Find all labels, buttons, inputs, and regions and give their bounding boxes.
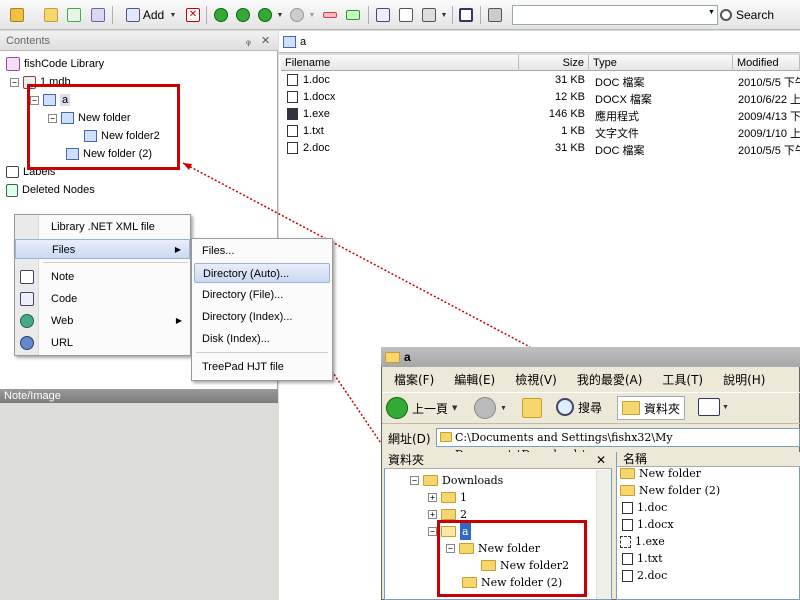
note-icon — [20, 270, 34, 284]
submenu-item-directory-index[interactable]: Directory (Index)... — [194, 307, 330, 327]
url-icon — [20, 336, 34, 350]
menu-item-library-xml[interactable]: Library .NET XML file — [15, 217, 190, 237]
submenu-arrow-icon: ▶ — [174, 245, 181, 254]
highlight-box-explorer — [437, 520, 587, 597]
chevron-down-icon: ▼ — [452, 404, 458, 412]
text-file-icon — [622, 552, 633, 565]
views-icon — [698, 398, 720, 416]
folder-icon — [620, 485, 635, 496]
chevron-down-icon: ▼ — [500, 404, 507, 412]
folder-icon — [441, 492, 456, 503]
folder-tree-downloads[interactable]: − Downloads — [410, 472, 503, 489]
explorer-menubar: 檔案(F) 編輯(E) 檢視(V) 我的最愛(A) 工具(T) 說明(H) — [382, 368, 800, 391]
menu-item-web[interactable]: Web ▶ — [15, 311, 190, 331]
menu-item-url[interactable]: URL — [15, 333, 190, 353]
folder-icon — [440, 432, 452, 442]
folders-toggle-button[interactable]: 資料夾 — [617, 396, 686, 420]
menu-favorites[interactable]: 我的最愛(A) — [565, 371, 651, 388]
document-icon — [622, 518, 633, 531]
address-input[interactable]: C:\Documents and Settings\fishx32\My Doc… — [436, 428, 800, 461]
folder-icon — [622, 401, 640, 415]
back-button[interactable]: 上一頁 ▼ — [386, 397, 457, 419]
menu-item-code[interactable]: Code — [15, 289, 190, 309]
menu-item-files[interactable]: Files ▶ — [15, 239, 190, 259]
search-icon — [556, 398, 574, 416]
forward-button[interactable]: ▼ — [474, 397, 507, 419]
explorer-file-item[interactable]: 1.docx — [622, 516, 674, 533]
document-icon — [622, 569, 633, 582]
back-arrow-icon — [386, 397, 408, 419]
chevron-down-icon: ▼ — [722, 403, 729, 411]
folders-pane-header: 資料夾 ✕ — [384, 452, 612, 469]
web-icon — [20, 314, 34, 328]
expand-icon[interactable]: + — [428, 493, 437, 502]
views-button[interactable]: ▼ — [698, 398, 729, 416]
close-pane-icon[interactable]: ✕ — [596, 452, 606, 469]
explorer-file-item[interactable]: 1.exe — [620, 533, 665, 550]
folder-icon — [441, 509, 456, 520]
submenu-item-treepad[interactable]: TreePad HJT file — [194, 357, 330, 377]
explorer-file-item[interactable]: New folder — [620, 465, 701, 482]
explorer-file-item[interactable]: 1.txt — [622, 550, 663, 567]
context-menu: Library .NET XML file Files ▶ Note Code W… — [14, 214, 191, 356]
application-icon — [620, 535, 631, 548]
folder-icon — [423, 475, 438, 486]
folder-icon — [385, 351, 400, 363]
forward-arrow-icon — [474, 397, 496, 419]
explorer-address-bar: 網址(D) C:\Documents and Settings\fishx32\… — [382, 426, 800, 461]
collapse-icon[interactable]: − — [410, 476, 419, 485]
menu-tools[interactable]: 工具(T) — [650, 371, 711, 388]
menu-separator — [196, 352, 328, 353]
submenu-arrow-icon: ▶ — [175, 316, 182, 325]
collapse-icon[interactable]: − — [428, 527, 437, 536]
folders-scrollbar[interactable] — [596, 470, 611, 599]
submenu-item-files[interactable]: Files... — [194, 241, 330, 261]
search-explorer-button[interactable]: 搜尋 — [556, 398, 602, 416]
folder-icon — [620, 468, 635, 479]
submenu-item-directory-file[interactable]: Directory (File)... — [194, 285, 330, 305]
folder-tree-1[interactable]: +1 — [428, 489, 467, 506]
explorer-file-item[interactable]: 2.doc — [622, 567, 667, 584]
arrowhead — [183, 163, 192, 170]
submenu-item-disk-index[interactable]: Disk (Index)... — [194, 329, 330, 349]
menu-help[interactable]: 說明(H) — [711, 371, 773, 388]
address-label: 網址(D) — [388, 431, 431, 446]
menu-file[interactable]: 檔案(F) — [382, 371, 442, 388]
explorer-file-item[interactable]: New folder (2) — [620, 482, 720, 499]
code-icon — [20, 292, 34, 306]
menu-view[interactable]: 檢視(V) — [503, 371, 565, 388]
files-submenu: Files... Directory (Auto)... Directory (… — [191, 238, 333, 381]
explorer-toolbar: 上一頁 ▼ ▼ 搜尋 資料夾 ▼ — [382, 392, 800, 424]
menu-item-note[interactable]: Note — [15, 267, 190, 287]
submenu-item-directory-auto[interactable]: Directory (Auto)... — [194, 263, 330, 283]
explorer-title: a — [404, 350, 411, 364]
up-folder-button[interactable] — [522, 398, 542, 421]
expand-icon[interactable]: + — [428, 510, 437, 519]
explorer-titlebar: a — [381, 347, 800, 367]
document-icon — [622, 501, 633, 514]
explorer-file-item[interactable]: 1.doc — [622, 499, 667, 516]
up-folder-icon — [522, 398, 542, 418]
menu-separator — [43, 262, 188, 263]
menu-edit[interactable]: 編輯(E) — [442, 371, 503, 388]
